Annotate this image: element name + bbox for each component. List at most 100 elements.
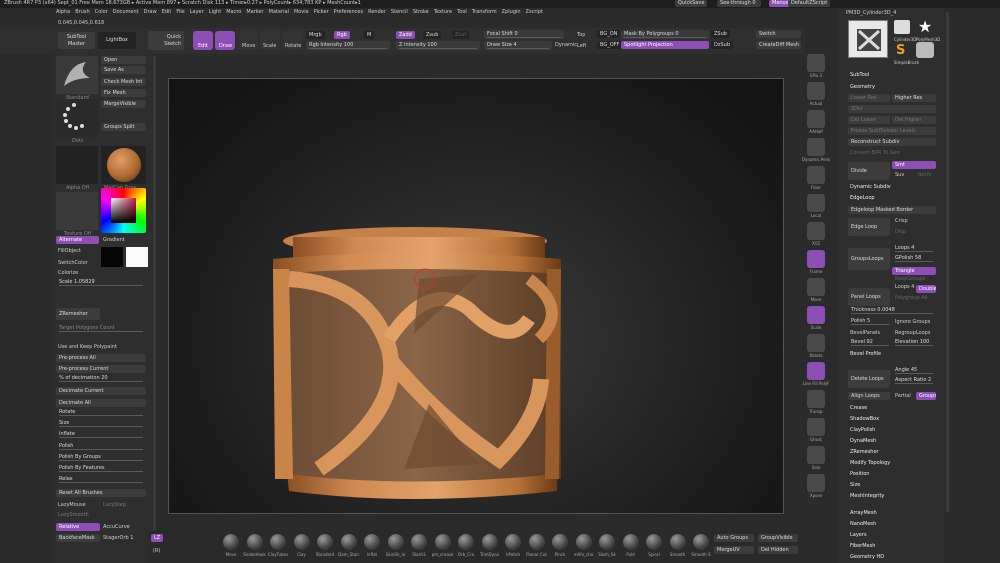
stroke-preview[interactable] [56, 99, 98, 137]
convert-bpr-button[interactable]: Convert BPR To Geo [850, 150, 900, 157]
quicksave-button[interactable]: QuickSave [675, 0, 708, 7]
brush-icon-2[interactable] [270, 534, 286, 550]
shelf-button-5[interactable] [807, 194, 825, 212]
shelf-button-12[interactable] [807, 390, 825, 408]
shelf-button-0[interactable] [807, 54, 825, 72]
color-picker[interactable] [101, 188, 146, 233]
aspect-ratio-slider[interactable]: Aspect Ratio 2 [892, 376, 936, 385]
stager-orb-slider[interactable]: StagerOrb 1 [103, 535, 133, 542]
groupsloops-button[interactable]: GroupsLoops [848, 248, 890, 270]
zcut-button[interactable]: Zcut [452, 31, 470, 39]
spotlight-projection-button[interactable]: Spotlight Projection [621, 41, 709, 49]
zremesher-button[interactable]: ZRemesher [56, 308, 100, 320]
open-button[interactable]: Open [101, 56, 146, 64]
brush-icon-1[interactable] [246, 534, 263, 550]
preprocess-current-button[interactable]: Pre-process Current [56, 365, 146, 373]
colorize-toggle[interactable]: Colorize [58, 270, 78, 277]
bevel-profile-header[interactable]: Bevel Profile [850, 351, 881, 358]
menu-draw[interactable]: Draw [144, 9, 157, 17]
rotate-slider[interactable]: Rotate [56, 408, 146, 417]
brush-icon-15[interactable] [575, 534, 592, 550]
menu-preferences[interactable]: Preferences [334, 9, 363, 17]
brush-icon-7[interactable] [387, 534, 404, 550]
dzsub-button[interactable]: DzSub [711, 41, 733, 49]
alpha-preview[interactable] [56, 146, 98, 184]
lazystep-slider[interactable]: LazyStep [103, 502, 126, 509]
dynamesh-header[interactable]: DynaMesh [850, 438, 876, 445]
right-scrollbar[interactable] [946, 12, 949, 512]
crease-header[interactable]: Crease [850, 405, 867, 412]
secondary-color-swatch[interactable] [126, 247, 148, 267]
draw-size-slider[interactable]: Draw Size 4 [484, 41, 552, 50]
relax-slider[interactable]: Relax [56, 475, 146, 484]
bevel-panels-toggle[interactable]: BevelPanels [850, 330, 880, 337]
modify-topology-header[interactable]: Modify Topology [850, 460, 890, 467]
edgeloop-masked-border-button[interactable]: Edgeloop Masked Border [848, 206, 936, 214]
relative-button[interactable]: Relative [56, 523, 100, 531]
size-slider[interactable]: Size [56, 419, 146, 428]
arraymesh-header[interactable]: ArrayMesh [850, 510, 877, 517]
edge-loop-button[interactable]: Edge Loop [848, 218, 890, 236]
zremesher-header[interactable]: ZRemesher [850, 449, 879, 456]
shelf-button-2[interactable] [807, 110, 825, 128]
fill-object-button[interactable]: FillObject [58, 248, 81, 255]
lazymouse-toggle[interactable]: LazyMouse [58, 502, 86, 509]
groups-split-button[interactable]: Groups Split [101, 123, 146, 131]
focal-shift-slider[interactable]: Focal Shift 0 [484, 30, 564, 39]
menu-tool[interactable]: Tool [457, 9, 467, 17]
disp-toggle[interactable]: Disp [895, 229, 906, 236]
switch-button[interactable]: Switch [756, 30, 801, 38]
draw-mode-button[interactable]: Draw [215, 31, 235, 50]
use-keep-polypaint-toggle[interactable]: Use and Keep Polypaint [58, 344, 117, 351]
menu-macro[interactable]: Macro [226, 9, 241, 17]
menu-color[interactable]: Color [95, 9, 108, 17]
simplebrush-icon[interactable]: S [896, 44, 910, 58]
polymesh-icon[interactable] [916, 42, 934, 58]
groups-toggle[interactable]: Groups [916, 392, 936, 400]
inflate-slider[interactable]: Inflate [56, 430, 146, 439]
brush-icon-13[interactable] [528, 534, 545, 550]
bevel-slider[interactable]: Bevel 92 [848, 338, 892, 347]
lower-res-button[interactable]: Lower Res [848, 94, 890, 102]
polish-slider[interactable]: Polish [56, 442, 146, 451]
divide-button[interactable]: Divide [848, 162, 890, 180]
alternate-button[interactable]: Alternate [56, 236, 99, 244]
edit-mode-button[interactable]: Edit [193, 31, 213, 50]
menu-document[interactable]: Document [113, 9, 139, 17]
brush-icon-19[interactable] [669, 534, 686, 550]
menu-marker[interactable]: Marker [246, 9, 263, 17]
dynamic-toggle[interactable]: Dynamic [555, 42, 577, 49]
higher-res-button[interactable]: Higher Res [892, 94, 936, 102]
reuv-toggle[interactable]: ReUV [918, 172, 931, 179]
suv-toggle[interactable]: Suv [895, 172, 904, 179]
menu-transform[interactable]: Transform [472, 9, 497, 17]
angle-slider[interactable]: Angle 45 [892, 366, 936, 375]
shelf-button-15[interactable] [807, 474, 825, 492]
brush-icon-10[interactable] [458, 534, 474, 550]
quick-sketch-button[interactable]: Quick Sketch [148, 31, 184, 50]
smt-toggle[interactable]: Smt [892, 161, 936, 169]
polish-slider-right[interactable]: Polish 5 [848, 317, 892, 326]
preprocess-all-button[interactable]: Pre-process All [56, 354, 146, 362]
loops-slider[interactable]: Loops 4 [892, 244, 936, 253]
lazy-mouse-button[interactable]: LZ [151, 534, 164, 542]
lazysmooth-slider[interactable]: LazySmooth [58, 512, 89, 519]
current-tool-thumbnail[interactable] [848, 20, 888, 58]
pct-decimation-slider[interactable]: % of decimation 20 [56, 374, 146, 383]
brush-icon-4[interactable] [317, 534, 333, 550]
shelf-button-8[interactable] [807, 278, 825, 296]
brush-icon-8[interactable] [411, 534, 427, 550]
auto-groups-button[interactable]: Auto Groups [714, 534, 754, 542]
mask-by-polygroups-slider[interactable]: Mask By Polygroups 0 [621, 30, 709, 39]
menu-movie[interactable]: Movie [294, 9, 309, 17]
cylinder-tool-icon-small[interactable] [894, 20, 910, 34]
menu-stroke[interactable]: Stroke [413, 9, 429, 17]
shelf-button-14[interactable] [807, 446, 825, 464]
del-higher-button[interactable]: Del Higher [892, 116, 936, 124]
delete-loops-button[interactable]: Delete Loops [848, 370, 890, 388]
texture-preview[interactable] [56, 192, 98, 230]
geometry-hd-header[interactable]: Geometry HD [850, 554, 884, 561]
see-through-slider[interactable]: See-through 0 [717, 0, 761, 7]
z-intensity-slider[interactable]: Z Intensity 100 [396, 41, 480, 50]
brush-icon-6[interactable] [364, 534, 380, 550]
